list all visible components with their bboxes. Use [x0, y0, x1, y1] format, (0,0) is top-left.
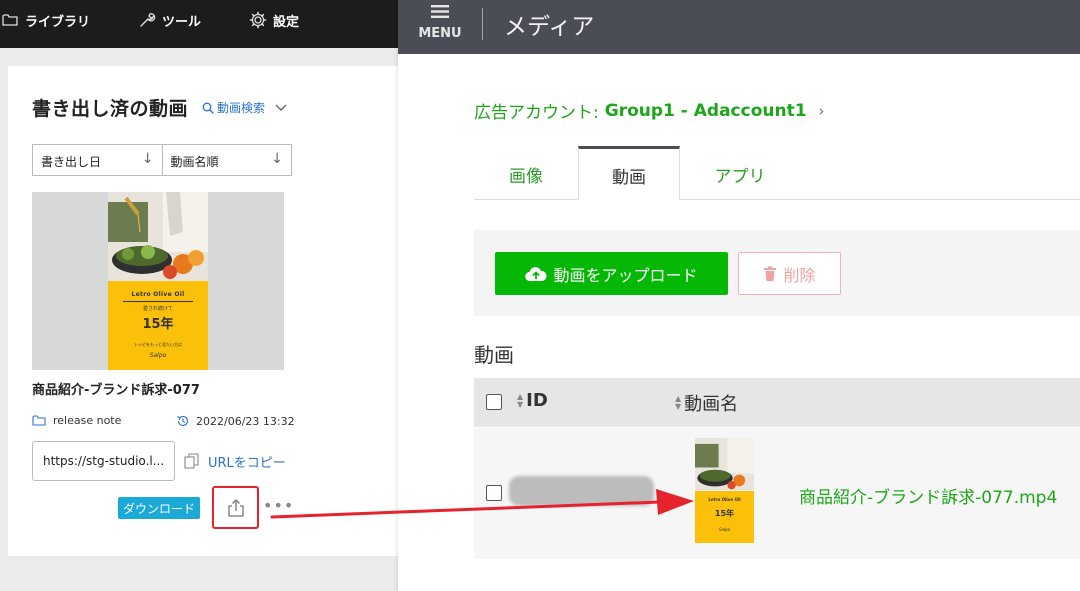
share-icon	[227, 498, 244, 517]
nav-settings-label: 設定	[273, 14, 300, 30]
video-row-thumbnail[interactable]: Letro Olive Oil 15年 Salpo	[695, 438, 754, 543]
more-options-button[interactable]: •••	[263, 496, 294, 515]
tab-apps[interactable]: アプリ	[680, 146, 800, 200]
folder-icon	[32, 415, 46, 426]
copy-icon	[184, 453, 199, 469]
poster-image: Letro Olive Oil 愛され続けて 15年 レシピをもっと見たい方は …	[108, 192, 208, 370]
table-header: ▲ ▼ ID ▲ ▼ 動画名	[474, 378, 1080, 427]
upload-video-label: 動画をアップロード	[553, 265, 698, 285]
poster-signature: Salpo	[149, 352, 167, 359]
delete-button[interactable]: 削除	[738, 252, 841, 295]
poster-text-area: Letro Olive Oil 15年 Salpo	[695, 490, 754, 543]
sort-by-date-select[interactable]: 書き出し日 ↓	[33, 145, 162, 175]
video-file-link[interactable]: 商品紹介-ブランド訴求-077.mp4	[799, 483, 1057, 508]
header-divider	[482, 8, 483, 40]
video-search-label: 動画検索	[217, 101, 266, 115]
tab-images[interactable]: 画像	[474, 146, 578, 200]
gear-icon	[249, 11, 267, 29]
sort-by-date-label: 書き出し日	[41, 155, 102, 169]
table-row[interactable]: Letro Olive Oil 15年 Salpo 商品紹介-ブランド訴求-07…	[474, 428, 1080, 559]
sort-icon: ▲ ▼	[517, 391, 524, 409]
select-all-checkbox[interactable]	[486, 394, 502, 410]
poster-text-area: Letro Olive Oil 愛され続けて 15年 レシピをもっと見たい方は …	[108, 281, 208, 370]
folder-icon	[2, 14, 18, 26]
poster-footer: レシピをもっと見たい方は	[134, 342, 182, 347]
poster-years: 15年	[142, 317, 174, 332]
column-header-id[interactable]: ▲ ▼ ID	[517, 390, 548, 411]
tab-videos[interactable]: 動画	[578, 146, 680, 200]
video-search-toggle[interactable]: 動画検索	[202, 99, 288, 116]
hamburger-icon	[431, 5, 449, 18]
video-folder: release note	[32, 414, 121, 427]
nav-library[interactable]: ライブラリ	[2, 0, 90, 40]
exported-videos-panel: 書き出し済の動画 動画検索 書き出し日 ↓ 動画名順 ↓ Letro Olive…	[8, 66, 400, 556]
sort-icon: ▲ ▼	[675, 394, 682, 411]
nav-settings[interactable]: 設定	[249, 0, 299, 40]
breadcrumb-account: Group1 - Adaccount1	[604, 100, 807, 121]
arrow-down-icon: ↓	[271, 151, 283, 167]
media-header: MENU メディア	[398, 0, 1080, 54]
chevron-down-icon	[275, 104, 287, 111]
breadcrumb[interactable]: 広告アカウント: Group1 - Adaccount1 ›	[474, 98, 825, 124]
sort-by-name-select[interactable]: 動画名順 ↓	[161, 145, 292, 175]
poster-years: 15年	[714, 508, 735, 518]
sort-by-name-label: 動画名順	[170, 155, 219, 169]
row-checkbox[interactable]	[486, 485, 502, 501]
column-header-name-label: 動画名	[684, 394, 739, 415]
video-title: 商品紹介-ブランド訴求-077	[32, 383, 200, 398]
left-top-navbar: ライブラリ ツール 設定	[0, 0, 398, 48]
cloud-upload-icon	[525, 266, 548, 281]
arrow-down-icon: ↓	[141, 151, 154, 167]
poster-brand: Letro Olive Oil	[131, 291, 185, 298]
page-title: メディア	[504, 14, 595, 40]
action-bar: 動画をアップロード 削除	[474, 230, 1080, 316]
poster-tagline: 愛され続けて	[142, 306, 173, 312]
download-button[interactable]: ダウンロード	[118, 497, 201, 519]
search-icon	[202, 102, 214, 114]
video-thumbnail[interactable]: Letro Olive Oil 愛され続けて 15年 レシピをもっと見たい方は …	[32, 192, 284, 370]
history-icon	[177, 415, 189, 426]
poster-photo-icon	[695, 438, 754, 491]
menu-label: MENU	[418, 26, 462, 41]
chevron-right-icon: ›	[818, 101, 825, 120]
trash-icon	[764, 266, 777, 281]
video-export-date-label: 2022/06/23 13:32	[196, 414, 295, 428]
poster-divider	[123, 301, 193, 302]
delete-label: 削除	[783, 265, 816, 285]
breadcrumb-prefix: 広告アカウント:	[474, 103, 599, 123]
poster-brand: Letro Olive Oil	[708, 496, 741, 502]
upload-video-button[interactable]: 動画をアップロード	[495, 252, 728, 295]
copy-url-label: URLをコピー	[208, 456, 286, 471]
poster-photo-icon	[108, 192, 208, 281]
menu-button[interactable]: MENU	[416, 4, 464, 41]
sort-controls: 書き出し日 ↓ 動画名順 ↓	[32, 144, 292, 176]
media-tabs: 画像 動画 アプリ	[474, 146, 1080, 200]
nav-tools[interactable]: ツール	[138, 0, 201, 40]
nav-library-label: ライブラリ	[25, 14, 91, 30]
video-id-redacted	[509, 476, 654, 506]
video-folder-label: release note	[53, 414, 122, 427]
nav-tools-label: ツール	[162, 14, 202, 30]
copy-url-button[interactable]: URLをコピー	[184, 452, 286, 471]
share-button[interactable]	[212, 486, 259, 529]
column-header-id-label: ID	[526, 390, 548, 411]
video-url-field[interactable]: https://stg-studio.l...	[32, 441, 175, 481]
poster-signature: Salpo	[718, 526, 731, 532]
video-export-date: 2022/06/23 13:32	[176, 414, 295, 428]
videos-section-title: 動画	[474, 343, 514, 367]
panel-title: 書き出し済の動画	[32, 98, 189, 120]
column-header-name[interactable]: ▲ ▼ 動画名	[675, 390, 738, 416]
media-window: MENU メディア 広告アカウント: Group1 - Adaccount1 ›…	[398, 0, 1080, 591]
wrench-icon	[140, 13, 156, 27]
